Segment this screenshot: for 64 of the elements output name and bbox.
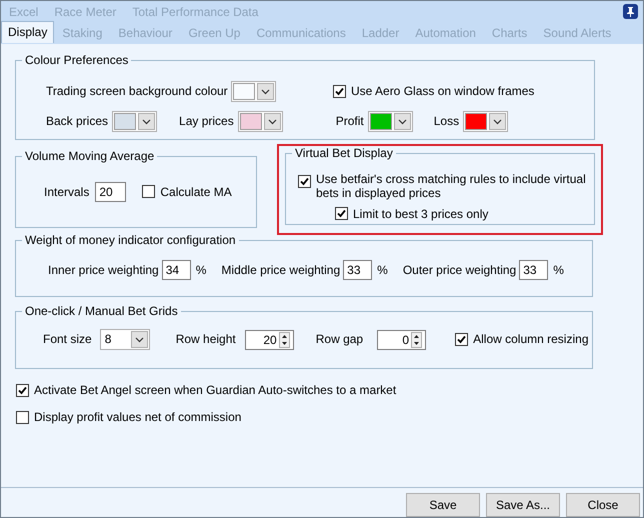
dropdown-button[interactable] <box>138 113 156 130</box>
checkbox[interactable] <box>298 175 311 188</box>
field-label: Loss <box>434 114 460 129</box>
checkbox[interactable] <box>16 384 29 397</box>
dialog-button[interactable]: Close <box>566 493 640 517</box>
number-field[interactable]: 20 <box>95 182 126 202</box>
font-size-dropdown[interactable]: 8 <box>100 329 150 350</box>
dialog-button[interactable]: Save As... <box>486 493 560 517</box>
field-label: Row height <box>176 332 236 347</box>
chevron-down-icon <box>134 336 144 342</box>
unit-label: % <box>553 262 564 278</box>
color-swatch[interactable] <box>114 113 136 130</box>
field-label: Lay prices <box>179 114 234 129</box>
number-field[interactable]: 33 <box>343 260 372 280</box>
group-title: Weight of money indicator configuration <box>22 233 239 248</box>
field-label: Intervals <box>44 184 90 200</box>
field-label: Profit <box>336 114 364 129</box>
color-swatch[interactable] <box>370 113 392 130</box>
checkbox-label: Activate Bet Angel screen when Guardian Auto-switches to a market <box>34 383 396 398</box>
checkbox[interactable] <box>333 84 346 98</box>
group-title: Colour Preferences <box>22 53 132 68</box>
checkbox[interactable] <box>335 207 348 220</box>
field-label: Middle price weighting <box>221 262 340 278</box>
checkbox-label: Use betfair's cross matching rules to include virtual bets in displayed prices <box>316 172 586 201</box>
dropdown-button[interactable] <box>264 113 281 130</box>
dropdown-button[interactable] <box>489 113 506 130</box>
checkbox-label: Display profit values net of commission <box>34 410 242 425</box>
checkbox-label: Allow column resizing <box>473 332 588 347</box>
field-label: Font size <box>43 332 92 347</box>
number-field[interactable]: 34 <box>162 260 191 280</box>
field-label: Back prices <box>46 114 108 129</box>
group-title: Virtual Bet Display <box>292 146 396 160</box>
field-label: Trading screen background colour <box>46 84 229 99</box>
field-label: Row gap <box>316 332 364 347</box>
checkbox[interactable] <box>142 185 156 198</box>
spinner-field[interactable]: 20 <box>244 330 294 350</box>
unit-label: % <box>377 262 388 278</box>
dropdown-button[interactable] <box>394 113 411 130</box>
field-label: Inner price weighting <box>48 262 159 278</box>
color-swatch[interactable] <box>233 83 255 100</box>
field-label: Outer price weighting <box>402 262 516 278</box>
spin-arrows-icon[interactable] <box>278 332 290 348</box>
pin-icon[interactable] <box>623 4 638 19</box>
chevron-down-icon <box>142 118 152 124</box>
tab[interactable]: Display <box>1 20 54 43</box>
spin-arrows-icon[interactable] <box>411 332 422 348</box>
chevron-down-icon <box>268 118 277 124</box>
color-swatch[interactable] <box>465 113 488 130</box>
dropdown-button[interactable] <box>257 83 274 100</box>
checkbox-label: Limit to best 3 prices only <box>353 206 488 222</box>
group-title: Volume Moving Average <box>22 149 158 164</box>
chevron-down-icon <box>261 88 270 94</box>
checkbox[interactable] <box>16 411 29 424</box>
checkbox-label: Use Aero Glass on window frames <box>351 84 534 99</box>
chevron-down-icon <box>398 118 407 124</box>
dialog-button[interactable]: Save <box>406 493 480 517</box>
checkbox[interactable] <box>455 332 468 346</box>
unit-label: % <box>196 262 206 278</box>
number-field[interactable]: 33 <box>519 260 548 280</box>
checkbox-label: Calculate MA <box>160 184 232 200</box>
color-swatch[interactable] <box>240 113 262 130</box>
spinner-field[interactable]: 0 <box>377 330 426 350</box>
chevron-down-icon <box>493 118 502 124</box>
group-title: One-click / Manual Bet Grids <box>22 304 181 318</box>
